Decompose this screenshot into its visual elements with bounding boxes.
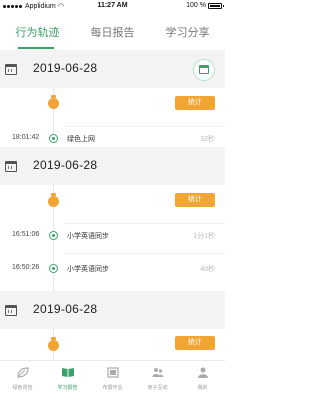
list-item[interactable]: 18:01:42 绿色上网 32秒	[0, 131, 225, 145]
active-tab-indicator	[18, 47, 54, 49]
date-label: 2019-06-28	[33, 302, 98, 316]
row-divider	[65, 223, 225, 224]
calendar-icon	[199, 65, 209, 74]
entry-time: 16:50:26	[12, 264, 40, 271]
entry-duration: 40秒	[200, 266, 215, 273]
entry-app-name: 小学英语同步	[67, 266, 109, 273]
nav-mine[interactable]: 我的	[180, 361, 225, 400]
nav-assign-homework[interactable]: 布置作业	[90, 361, 135, 400]
entry-duration: 1分1秒	[193, 233, 215, 240]
calendar-icon	[5, 161, 17, 172]
medal-icon	[48, 337, 59, 351]
stats-button[interactable]: 统计	[175, 96, 215, 110]
calendar-icon	[5, 305, 17, 316]
tab-daily-report[interactable]: 每日报告	[75, 21, 150, 49]
nav-label: 我的	[197, 385, 208, 391]
timeline-dot-icon	[49, 134, 58, 143]
status-bar: Applidium ◠ 11:27 AM 100 %	[0, 0, 225, 11]
nav-parent-child[interactable]: 亲子互动	[135, 361, 180, 400]
tab-study-share[interactable]: 学习分享	[150, 21, 225, 49]
battery-icon	[208, 2, 224, 9]
calendar-icon	[5, 64, 17, 75]
stats-button[interactable]: 统计	[175, 336, 215, 350]
nav-label: 布置作业	[102, 385, 123, 391]
person-icon	[197, 367, 208, 378]
date-label: 2019-06-28	[33, 61, 98, 75]
row-divider	[65, 126, 225, 127]
timeline-dot-icon	[49, 264, 58, 273]
date-header: 2019-06-28	[0, 50, 225, 88]
timeline-dot-icon	[49, 231, 58, 240]
date-header: 2019-06-28	[0, 291, 225, 329]
bottom-nav: 绿色背包 学习报告 布置作业 亲子互动 我的	[0, 360, 225, 400]
nav-green-backpack[interactable]: 绿色背包	[0, 361, 45, 400]
nav-label: 学习报告	[57, 385, 78, 391]
calendar-picker-button[interactable]	[193, 59, 215, 81]
book-icon	[61, 368, 74, 377]
leaf-icon	[16, 367, 29, 378]
entry-time: 18:01:42	[12, 134, 40, 141]
film-icon	[106, 367, 119, 378]
date-header: 2019-06-28	[0, 147, 225, 185]
list-item[interactable]: 16:51:06 小学英语同步 1分1秒	[0, 228, 225, 242]
nav-study-report[interactable]: 学习报告	[45, 361, 90, 400]
medal-icon	[48, 95, 59, 109]
entry-app-name: 小学英语同步	[67, 233, 109, 240]
medal-icon	[48, 193, 59, 207]
entry-app-name: 绿色上网	[67, 136, 95, 143]
entry-time: 16:51:06	[12, 231, 40, 238]
nav-label: 亲子互动	[147, 385, 168, 391]
battery-percent: 100 %	[186, 2, 206, 9]
top-tabs: 行为轨迹 每日报告 学习分享	[0, 21, 225, 49]
people-icon	[152, 368, 163, 377]
row-divider	[65, 253, 225, 254]
nav-label: 绿色背包	[12, 385, 33, 391]
tab-behavior-track[interactable]: 行为轨迹	[0, 21, 75, 49]
date-label: 2019-06-28	[33, 158, 98, 172]
stats-button[interactable]: 统计	[175, 193, 215, 207]
entry-duration: 32秒	[200, 136, 215, 143]
list-item[interactable]: 16:50:26 小学英语同步 40秒	[0, 261, 225, 275]
